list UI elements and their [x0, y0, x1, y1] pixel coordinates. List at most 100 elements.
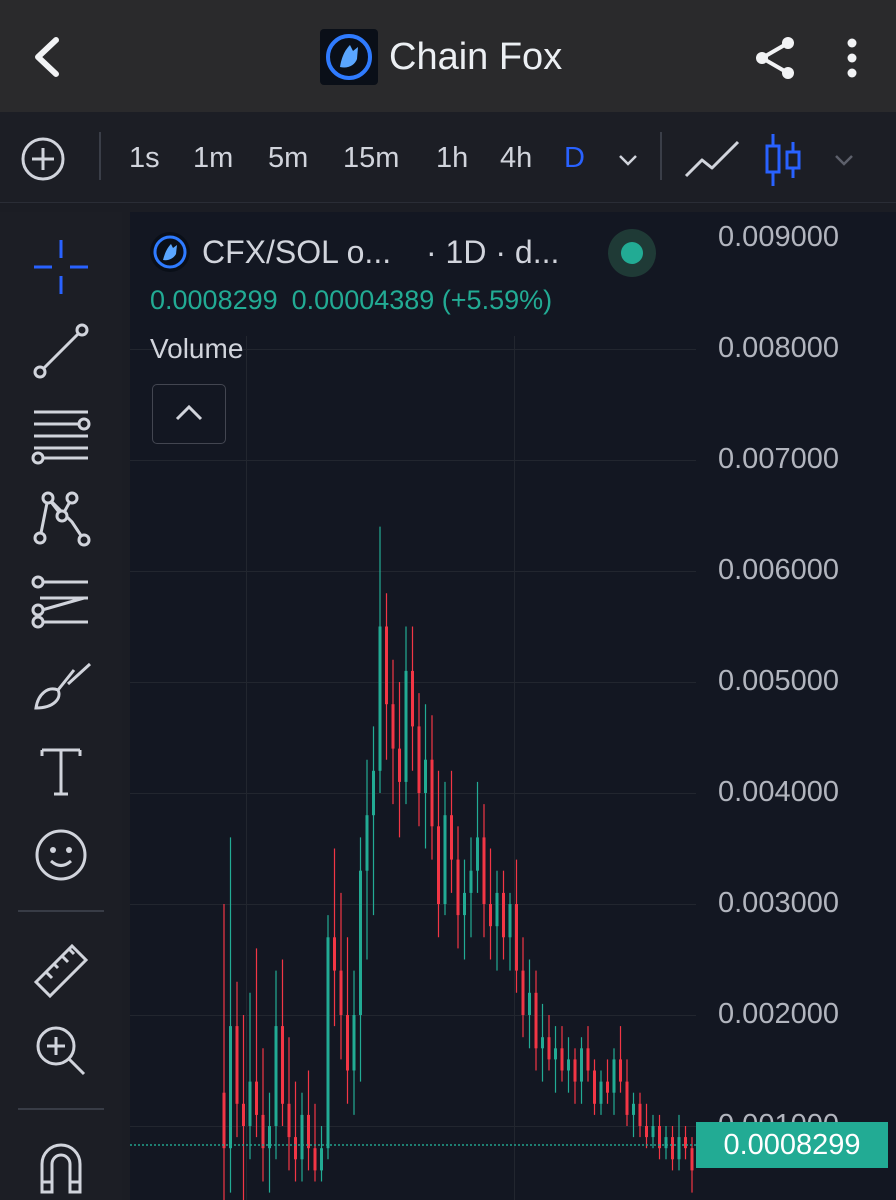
- chart-pane[interactable]: CFX/SOL o... · 1D · d... 0.0008299 0.0000…: [130, 212, 896, 1200]
- price-axis-tick: 0.002000: [718, 998, 839, 1030]
- ruler-icon[interactable]: [28, 936, 94, 1002]
- candle-body: [489, 904, 492, 927]
- candle-body: [619, 1059, 622, 1082]
- candle-body: [398, 748, 401, 782]
- candle-body: [638, 1103, 642, 1126]
- candle-body: [560, 1048, 564, 1071]
- pattern-icon[interactable]: [28, 486, 94, 552]
- candle-body: [612, 1059, 616, 1093]
- candle-body: [443, 815, 447, 904]
- timeframe-d[interactable]: D: [564, 140, 585, 176]
- drawing-toolbar: [0, 212, 122, 1200]
- sidebar-divider: [18, 1108, 104, 1110]
- back-arrow-icon[interactable]: [28, 34, 68, 80]
- candle-body: [508, 904, 512, 938]
- candle-body: [684, 1137, 687, 1149]
- candle-body: [300, 1114, 304, 1160]
- toolbar-divider: [99, 132, 101, 180]
- price-axis-tick: 0.009000: [718, 221, 839, 253]
- line-chart-icon[interactable]: [684, 136, 740, 182]
- horizontal-lines-icon[interactable]: [28, 402, 94, 468]
- candle-body: [326, 937, 330, 1149]
- candle-body: [456, 859, 460, 916]
- forecast-icon[interactable]: [28, 570, 94, 636]
- price-axis-tick: 0.006000: [718, 554, 839, 586]
- candle-body: [677, 1137, 681, 1160]
- candle-body: [476, 837, 479, 871]
- price-values: 0.0008299 0.00004389 (+5.59%): [150, 284, 566, 316]
- market-status-indicator[interactable]: [608, 229, 656, 277]
- timeframe-1m[interactable]: 1m: [193, 140, 233, 176]
- candle-body: [339, 970, 343, 1015]
- candle-body: [469, 870, 473, 893]
- chart-legend: CFX/SOL o... · 1D · d... 0.0008299 0.0000…: [130, 212, 696, 336]
- more-options-icon[interactable]: [838, 36, 866, 80]
- candle-body: [554, 1048, 557, 1060]
- chevron-up-icon: [175, 404, 203, 421]
- chart-toolbar: 1s 1m 5m 15m 1h 4h D: [0, 112, 896, 203]
- timeframe-5m[interactable]: 5m: [268, 140, 308, 176]
- candle-body: [385, 626, 388, 705]
- chart-type-dropdown-chevron-icon[interactable]: [832, 152, 856, 168]
- candle-body: [463, 892, 466, 916]
- sidebar-divider: [18, 910, 104, 912]
- candle-body: [528, 992, 531, 1015]
- current-price-label: 0.0008299: [696, 1122, 888, 1168]
- trend-line-icon[interactable]: [28, 318, 94, 384]
- candle-body: [229, 1026, 232, 1149]
- collapse-legend-button[interactable]: [152, 384, 226, 444]
- candle-body: [359, 870, 362, 1015]
- timeframe-15m[interactable]: 15m: [343, 140, 399, 176]
- candle-body: [645, 1126, 648, 1138]
- add-symbol-icon[interactable]: [20, 136, 66, 182]
- last-price-value: 0.0008299: [150, 285, 278, 315]
- candle-body: [495, 892, 499, 927]
- candle-body: [625, 1081, 629, 1115]
- timeframe-4h[interactable]: 4h: [500, 140, 532, 176]
- candle-body: [671, 1137, 674, 1160]
- candle-body: [411, 670, 414, 727]
- candle-body: [482, 837, 486, 904]
- candle-body: [593, 1070, 596, 1104]
- text-icon[interactable]: [28, 738, 94, 804]
- candle-body: [222, 1092, 226, 1149]
- symbol-name[interactable]: CFX/SOL o...: [202, 232, 391, 272]
- market-open-dot: [621, 242, 643, 264]
- candle-body: [632, 1103, 635, 1115]
- toolbar-divider: [660, 132, 662, 180]
- timeframe-dropdown-chevron-icon[interactable]: [616, 152, 640, 168]
- candle-body: [606, 1081, 609, 1093]
- candle-body: [521, 970, 525, 1015]
- candle-body: [580, 1048, 583, 1082]
- token-logo: [150, 232, 190, 272]
- candle-body: [372, 770, 375, 816]
- candle-body: [515, 904, 518, 971]
- crosshair-icon[interactable]: [28, 234, 94, 300]
- candle-body: [391, 704, 395, 749]
- emoji-icon[interactable]: [28, 822, 94, 888]
- candle-body: [346, 1015, 349, 1071]
- candle-body: [599, 1081, 603, 1104]
- volume-indicator-label[interactable]: Volume: [150, 332, 243, 366]
- candle-body: [573, 1059, 577, 1082]
- candle-body: [502, 892, 505, 938]
- candle-body: [664, 1137, 668, 1149]
- price-axis-tick: 0.004000: [718, 776, 839, 808]
- share-icon[interactable]: [752, 34, 800, 82]
- brush-icon[interactable]: [28, 654, 94, 720]
- zoom-in-icon[interactable]: [28, 1018, 94, 1084]
- candle-body: [242, 1103, 245, 1126]
- top-bar: Chain Fox: [0, 0, 896, 112]
- candle-body: [417, 726, 421, 793]
- timeframe-1s[interactable]: 1s: [129, 140, 160, 176]
- candle-body: [274, 1026, 278, 1126]
- price-axis[interactable]: 0.009000 0.008000 0.007000 0.006000 0.00…: [696, 212, 896, 1200]
- magnet-icon[interactable]: [28, 1132, 94, 1198]
- candle-body: [255, 1081, 258, 1115]
- timeframe-1h[interactable]: 1h: [436, 140, 468, 176]
- candle-body: [567, 1059, 570, 1071]
- candle-body: [313, 1148, 317, 1171]
- price-change-value: 0.00004389 (+5.59%): [291, 285, 553, 315]
- candle-body: [534, 992, 538, 1049]
- candlestick-chart-icon[interactable]: [764, 132, 802, 188]
